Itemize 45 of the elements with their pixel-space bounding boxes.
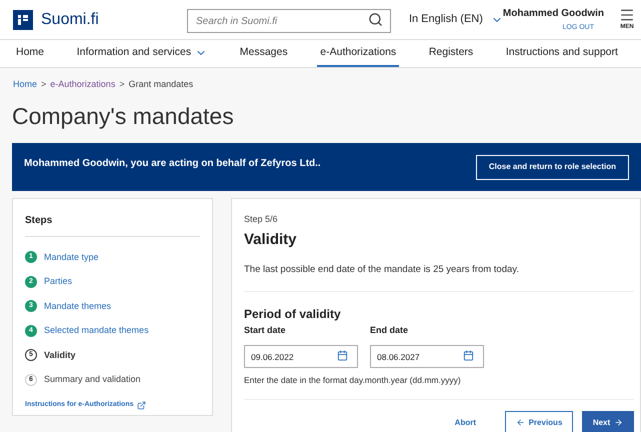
- step-link[interactable]: Selected mandate themes: [44, 324, 149, 338]
- arrow-right-icon: [614, 418, 624, 427]
- external-link-icon: [136, 400, 146, 410]
- user-name: Mohammed Goodwin: [502, 6, 604, 21]
- abort-button[interactable]: Abort: [454, 416, 476, 428]
- language-selector[interactable]: In English (EN): [408, 11, 503, 28]
- field-label: End date: [370, 324, 410, 338]
- form-title: Validity: [244, 230, 298, 250]
- breadcrumb-link[interactable]: Home: [13, 78, 38, 92]
- calendar-icon: [463, 350, 474, 361]
- page-title: Company's mandates: [11, 102, 235, 131]
- arrow-left-icon: [516, 418, 525, 427]
- previous-button[interactable]: Previous: [505, 410, 573, 432]
- date-hint: Enter the date in the format day.month.year (dd.mm.yyyy): [244, 374, 634, 400]
- logo-icon: [13, 10, 33, 30]
- steps-title: Steps: [25, 213, 200, 237]
- date-field[interactable]: 08.06.2027: [370, 345, 484, 368]
- step-counter: Step 5/6: [244, 213, 279, 226]
- breadcrumb-separator: >: [119, 78, 125, 91]
- section-title: Period of validity: [244, 306, 342, 324]
- nav-tab[interactable]: e-Authorizations: [317, 40, 400, 67]
- breadcrumb-separator: >: [41, 78, 46, 91]
- search-field[interactable]: Search in Suomi.fi: [186, 9, 391, 33]
- step-link[interactable]: Mandate type: [44, 250, 99, 264]
- step-link[interactable]: Mandate themes: [44, 300, 112, 313]
- breadcrumb-link[interactable]: e-Authorizations: [50, 78, 116, 92]
- breadcrumb-current-page: Grant mandates: [128, 78, 194, 91]
- logo-text: Suomi.fi: [41, 10, 99, 30]
- step-link[interactable]: Summary and validation: [44, 373, 141, 386]
- nav-tab[interactable]: Information and services: [74, 40, 210, 67]
- nav-tab[interactable]: Home: [13, 40, 48, 67]
- menu-icon: [619, 7, 635, 23]
- nav-tab[interactable]: Messages: [236, 40, 291, 67]
- role-text: Mohammed Goodwin, you are acting on behalf of Zefyros Ltd..: [24, 156, 321, 170]
- step-link[interactable]: Parties: [44, 275, 72, 288]
- close-role-button[interactable]: Close and return to role selection: [476, 154, 629, 180]
- nav-tab[interactable]: Registers: [426, 40, 476, 67]
- field-label: Start date: [244, 324, 287, 338]
- search-icon: [368, 12, 383, 26]
- form-description: The last possible end date of the mandate is 25 years from today.: [244, 263, 634, 292]
- nav-tab[interactable]: Instructions and support: [502, 40, 621, 67]
- step-link[interactable]: Validity: [44, 348, 76, 362]
- calendar-icon: [337, 350, 348, 361]
- next-button[interactable]: Next: [582, 410, 634, 432]
- date-field[interactable]: 09.06.2022: [244, 345, 358, 368]
